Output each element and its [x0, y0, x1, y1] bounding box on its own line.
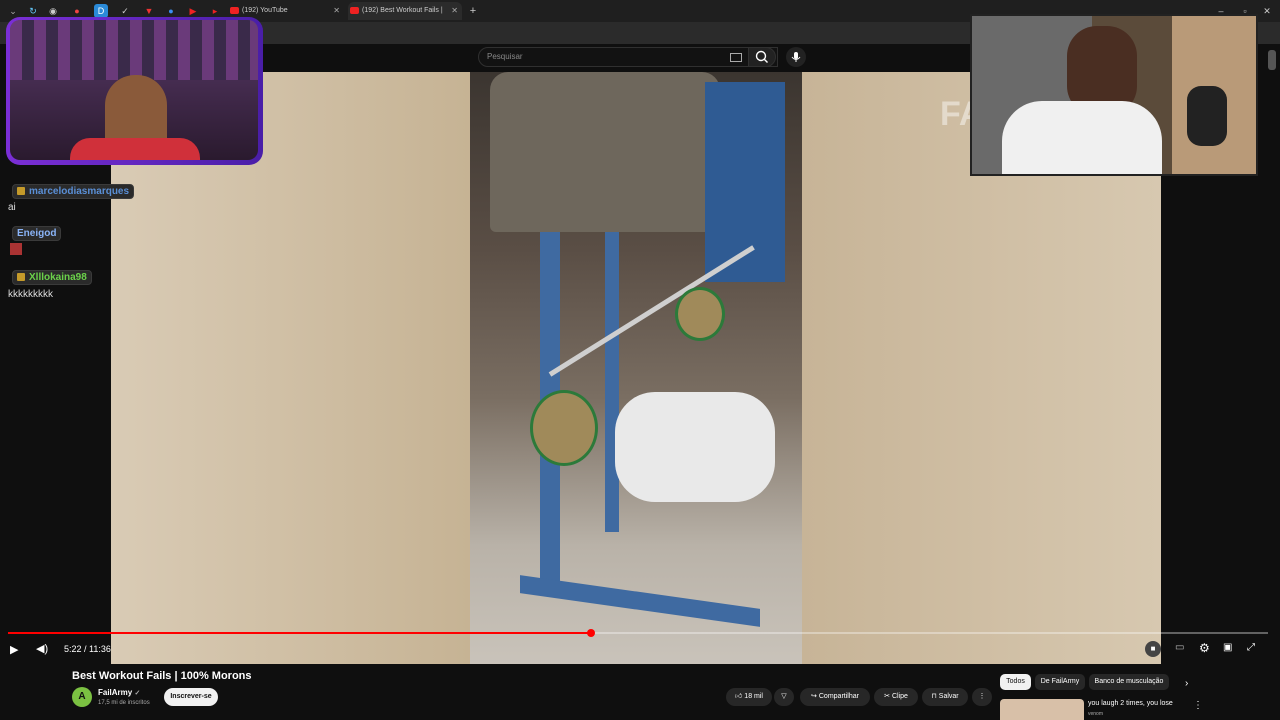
like-button[interactable]: 👍︎ 18 mil: [726, 688, 772, 706]
youtube-favicon-icon: [230, 7, 239, 14]
chat-username: Xlllokaina98: [12, 270, 92, 285]
recommendation-title[interactable]: you laugh 2 times, you lose: [1088, 700, 1173, 707]
share-label: Compartilhar: [818, 693, 859, 700]
close-tab-icon[interactable]: ✕: [451, 2, 458, 20]
pinned-tab-icon[interactable]: ▼: [142, 4, 156, 18]
emote-icon: [10, 243, 22, 255]
chat-message: kkkkkkkkk: [8, 289, 53, 300]
close-tab-icon[interactable]: ✕: [333, 2, 340, 20]
pinned-tab-icon[interactable]: ▸: [208, 4, 222, 18]
bench-frame-image: [605, 232, 619, 532]
channel-name[interactable]: FailArmy ✓: [98, 688, 140, 697]
pinned-tab-icon[interactable]: ↻: [26, 4, 40, 18]
pinned-tab-icon[interactable]: ◉: [46, 4, 60, 18]
more-actions-button[interactable]: ⋮: [972, 688, 992, 706]
video-frame[interactable]: [470, 72, 802, 664]
share-button[interactable]: ↪ Compartilhar: [800, 688, 870, 706]
chip-topic[interactable]: Banco de musculação: [1089, 674, 1169, 690]
recommendation-thumbnail[interactable]: [1000, 699, 1084, 720]
badge-icon: [17, 187, 25, 196]
save-button[interactable]: ⊓ Salvar: [922, 688, 968, 706]
pinned-tab-icon[interactable]: ▶: [186, 4, 200, 18]
scrollbar[interactable]: [1268, 50, 1276, 70]
bench-base-image: [520, 575, 760, 627]
fullscreen-icon[interactable]: ⤢: [1247, 642, 1255, 653]
verified-icon: ✓: [134, 690, 141, 697]
more-options-icon[interactable]: ⋮: [1193, 700, 1203, 711]
subscriber-count: 17,5 mi de inscritos: [98, 700, 150, 706]
bookmark-icon: ⊓: [931, 693, 937, 700]
microphone-image: [1187, 86, 1227, 146]
autoplay-toggle[interactable]: ■: [1145, 641, 1161, 657]
new-tab-button[interactable]: +: [466, 4, 480, 18]
channel-avatar[interactable]: A: [72, 687, 92, 707]
recommendation-channel: venom: [1088, 711, 1104, 717]
badge-icon: [17, 273, 25, 282]
shelf-background-image: [10, 20, 258, 80]
search-icon: [755, 50, 768, 63]
chat-username-text: marcelodiasmarques: [29, 186, 130, 197]
clip-button[interactable]: ✂ Clipe: [874, 688, 918, 706]
thumbs-up-icon: 👍︎: [735, 693, 743, 700]
streamer-webcam: [10, 20, 258, 160]
like-count: 18 mil: [744, 693, 763, 700]
video-title: Best Workout Fails | 100% Morons: [72, 670, 252, 682]
tab-current-video[interactable]: (192) Best Workout Fails | 100% ✕: [348, 2, 462, 32]
tab-label: (192) YouTube: [242, 7, 288, 14]
pinned-tab-icon[interactable]: ✓: [118, 4, 132, 18]
theater-mode-icon[interactable]: ▣: [1223, 642, 1232, 653]
subscribe-button[interactable]: Inscrever-se: [164, 688, 218, 706]
chip-from-channel[interactable]: De FailArmy: [1035, 674, 1085, 690]
subtitles-icon[interactable]: ▭: [1175, 642, 1184, 653]
keyboard-icon[interactable]: [730, 53, 742, 62]
chat-username: Eneigod: [12, 226, 62, 241]
settings-gear-icon[interactable]: ⚙: [1199, 641, 1210, 655]
dislike-button[interactable]: ▽: [774, 688, 794, 706]
chat-username-text: Xlllokaina98: [29, 272, 87, 283]
weight-plate-image: [530, 390, 598, 466]
chip-all[interactable]: Todos: [1000, 674, 1031, 690]
clip-label: Clipe: [891, 693, 908, 700]
voice-search-button[interactable]: [786, 47, 806, 67]
white-shirt-image: [1002, 101, 1162, 174]
chat-username: marcelodiasmarques: [12, 184, 135, 199]
youtube-favicon-icon: [350, 7, 359, 14]
search-button[interactable]: [748, 47, 776, 67]
pinned-tab-icon[interactable]: D: [94, 4, 108, 18]
close-window-icon[interactable]: ✕: [1260, 4, 1274, 18]
mic-icon: [791, 52, 801, 62]
chat-message: ai: [8, 202, 16, 213]
weight-plate-image: [675, 287, 725, 341]
tab-menu-icon[interactable]: ⌄: [6, 4, 20, 18]
pinned-tab-icon[interactable]: ●: [164, 4, 178, 18]
progress-fill: [8, 632, 592, 634]
scissors-icon: ✂: [884, 693, 890, 700]
streamer-shirt-image: [70, 138, 200, 160]
volume-icon[interactable]: ◀): [36, 642, 48, 655]
old-car-image: [490, 72, 720, 232]
second-webcam: [970, 14, 1258, 176]
save-label: Salvar: [938, 693, 959, 700]
share-icon: ↪: [811, 693, 817, 700]
person-image: [615, 392, 775, 502]
play-button[interactable]: ▶: [10, 643, 18, 656]
channel-name-text: FailArmy: [98, 688, 133, 697]
time-display: 5:22 / 11:36: [64, 644, 111, 654]
chevron-right-icon[interactable]: ›: [1185, 678, 1188, 689]
pinned-tab-icon[interactable]: ●: [70, 4, 84, 18]
thumbs-down-icon: ▽: [781, 693, 787, 700]
